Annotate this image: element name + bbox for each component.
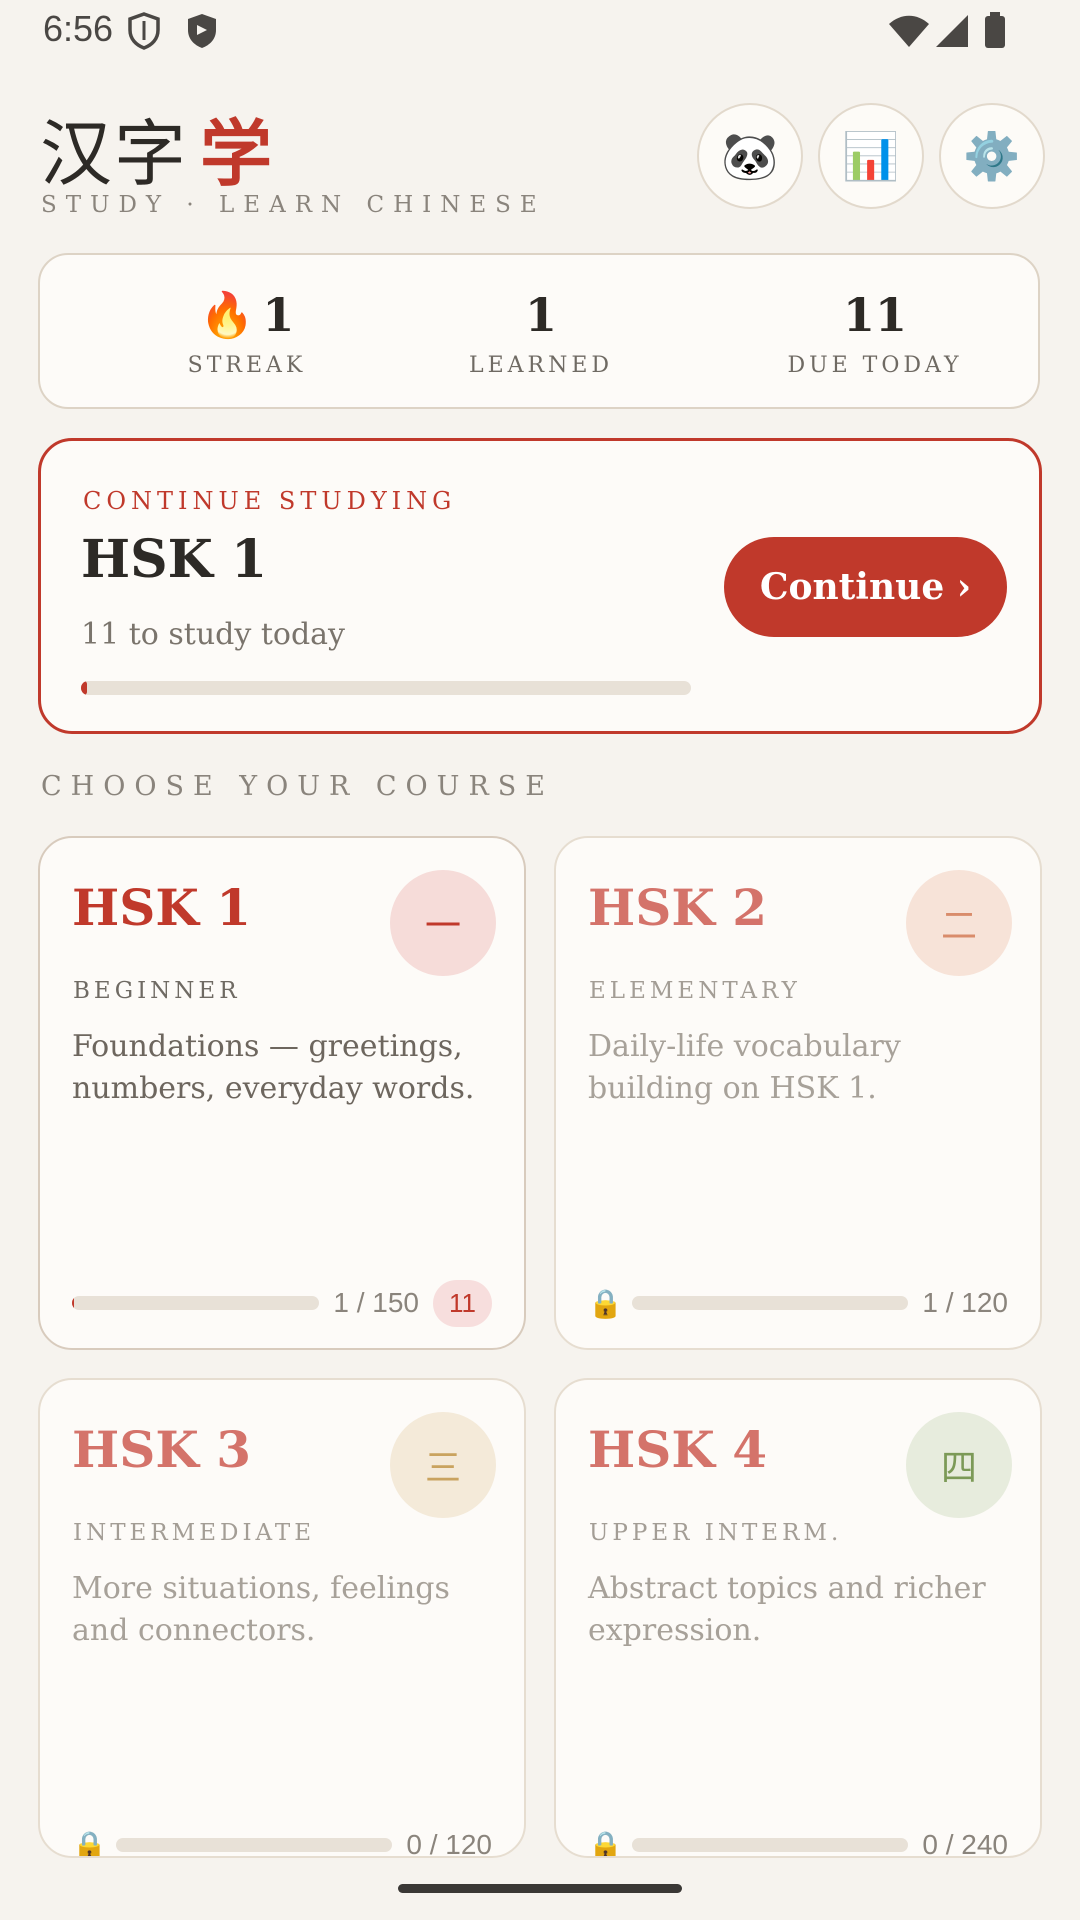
- continue-card[interactable]: CONTINUE STUDYING HSK 1 11 to study toda…: [38, 438, 1042, 734]
- section-title: CHOOSE YOUR COURSE: [41, 771, 554, 802]
- shield-filled-icon: [188, 14, 216, 48]
- course-footer: 🔒 1 / 120: [588, 1278, 1008, 1328]
- app-title-accent: 学: [200, 112, 275, 196]
- due-value: 11: [842, 288, 907, 342]
- course-glyph: 二: [940, 906, 977, 947]
- profile-button[interactable]: 🐼: [697, 103, 803, 209]
- course-title: HSK 2: [588, 878, 768, 937]
- course-glyph-badge: 二: [906, 870, 1012, 976]
- continue-subtitle: 11 to study today: [81, 617, 345, 652]
- stat-due: 11 DUE TODAY: [725, 285, 1025, 378]
- continue-title: HSK 1: [81, 529, 268, 590]
- course-footer: 🔒 0 / 240: [588, 1820, 1008, 1858]
- course-due-badge: 11: [433, 1279, 492, 1327]
- course-card-hsk2[interactable]: HSK 2 二 ELEMENTARY Daily-life vocabulary…: [554, 836, 1042, 1350]
- gear-icon: ⚙️: [963, 128, 1021, 183]
- course-card-hsk1[interactable]: HSK 1 一 BEGINNER Foundations — greetings…: [38, 836, 526, 1350]
- app-subtitle: STUDY · LEARN CHINESE: [41, 192, 546, 218]
- course-card-hsk4[interactable]: HSK 4 四 UPPER INTERM. Abstract topics an…: [554, 1378, 1042, 1858]
- learned-label: LEARNED: [468, 353, 614, 378]
- status-bar: 6:56: [0, 0, 1080, 62]
- course-title: HSK 4: [588, 1420, 768, 1479]
- course-progress-fill: [72, 1296, 75, 1310]
- continue-button[interactable]: Continue ›: [724, 537, 1007, 637]
- continue-kicker: CONTINUE STUDYING: [83, 487, 457, 515]
- status-time: 6:56: [43, 8, 114, 49]
- course-progress-bar: [72, 1296, 320, 1310]
- course-count: 0 / 120: [406, 1829, 492, 1858]
- course-progress-bar: [116, 1838, 393, 1852]
- course-level: ELEMENTARY: [589, 978, 801, 1004]
- stats-button[interactable]: 📊: [818, 103, 924, 209]
- fire-icon: 🔥: [199, 290, 255, 341]
- course-count: 1 / 120: [922, 1287, 1008, 1318]
- course-glyph-badge: 三: [390, 1412, 496, 1518]
- course-level: BEGINNER: [73, 978, 241, 1004]
- lock-icon: 🔒: [588, 1286, 623, 1320]
- course-progress-bar: [632, 1838, 909, 1852]
- continue-progress-bar: [81, 681, 691, 695]
- streak-value: 1: [262, 288, 295, 342]
- due-label: DUE TODAY: [787, 353, 963, 378]
- wifi-icon: [889, 15, 929, 47]
- course-glyph-badge: 一: [390, 870, 496, 976]
- course-level: UPPER INTERM.: [589, 1520, 843, 1546]
- course-description: Daily-life vocabulary building on HSK 1.: [588, 1029, 901, 1106]
- learned-value: 1: [524, 288, 557, 342]
- stat-streak: 🔥 1 STREAK: [97, 285, 397, 378]
- stats-card: 🔥 1 STREAK 1 LEARNED 11 DUE TODAY: [38, 253, 1040, 409]
- settings-button[interactable]: ⚙️: [939, 103, 1045, 209]
- course-level: INTERMEDIATE: [73, 1520, 316, 1546]
- course-title: HSK 3: [72, 1420, 252, 1479]
- panda-icon: 🐼: [721, 128, 779, 183]
- course-description: Foundations — greetings, numbers, everyd…: [72, 1029, 475, 1106]
- signal-icon: [936, 15, 968, 47]
- course-count: 0 / 240: [922, 1829, 1008, 1858]
- course-description: Abstract topics and richer expression.: [588, 1571, 986, 1648]
- home-gesture-handle[interactable]: [398, 1884, 682, 1893]
- app-title-main: 汉字: [40, 112, 189, 196]
- course-footer: 1 / 150 11: [72, 1278, 492, 1328]
- shield-outline-icon: [128, 12, 160, 50]
- course-card-hsk3[interactable]: HSK 3 三 INTERMEDIATE More situations, fe…: [38, 1378, 526, 1858]
- course-count: 1 / 150: [333, 1287, 419, 1318]
- course-glyph: 一: [424, 906, 461, 947]
- app-title: 汉字学: [40, 95, 274, 200]
- lock-icon: 🔒: [72, 1828, 107, 1858]
- continue-progress-fill: [81, 681, 88, 695]
- course-progress-bar: [632, 1296, 909, 1310]
- course-footer: 🔒 0 / 120: [72, 1820, 492, 1858]
- course-glyph: 三: [424, 1448, 461, 1489]
- battery-icon: [985, 12, 1005, 48]
- lock-icon: 🔒: [588, 1828, 623, 1858]
- course-title: HSK 1: [72, 878, 252, 937]
- course-description: More situations, feelings and connectors…: [72, 1571, 450, 1648]
- streak-label: STREAK: [187, 353, 307, 378]
- bar-chart-icon: 📊: [842, 128, 900, 183]
- stat-learned: 1 LEARNED: [391, 285, 691, 378]
- course-glyph-badge: 四: [906, 1412, 1012, 1518]
- course-glyph: 四: [940, 1448, 977, 1489]
